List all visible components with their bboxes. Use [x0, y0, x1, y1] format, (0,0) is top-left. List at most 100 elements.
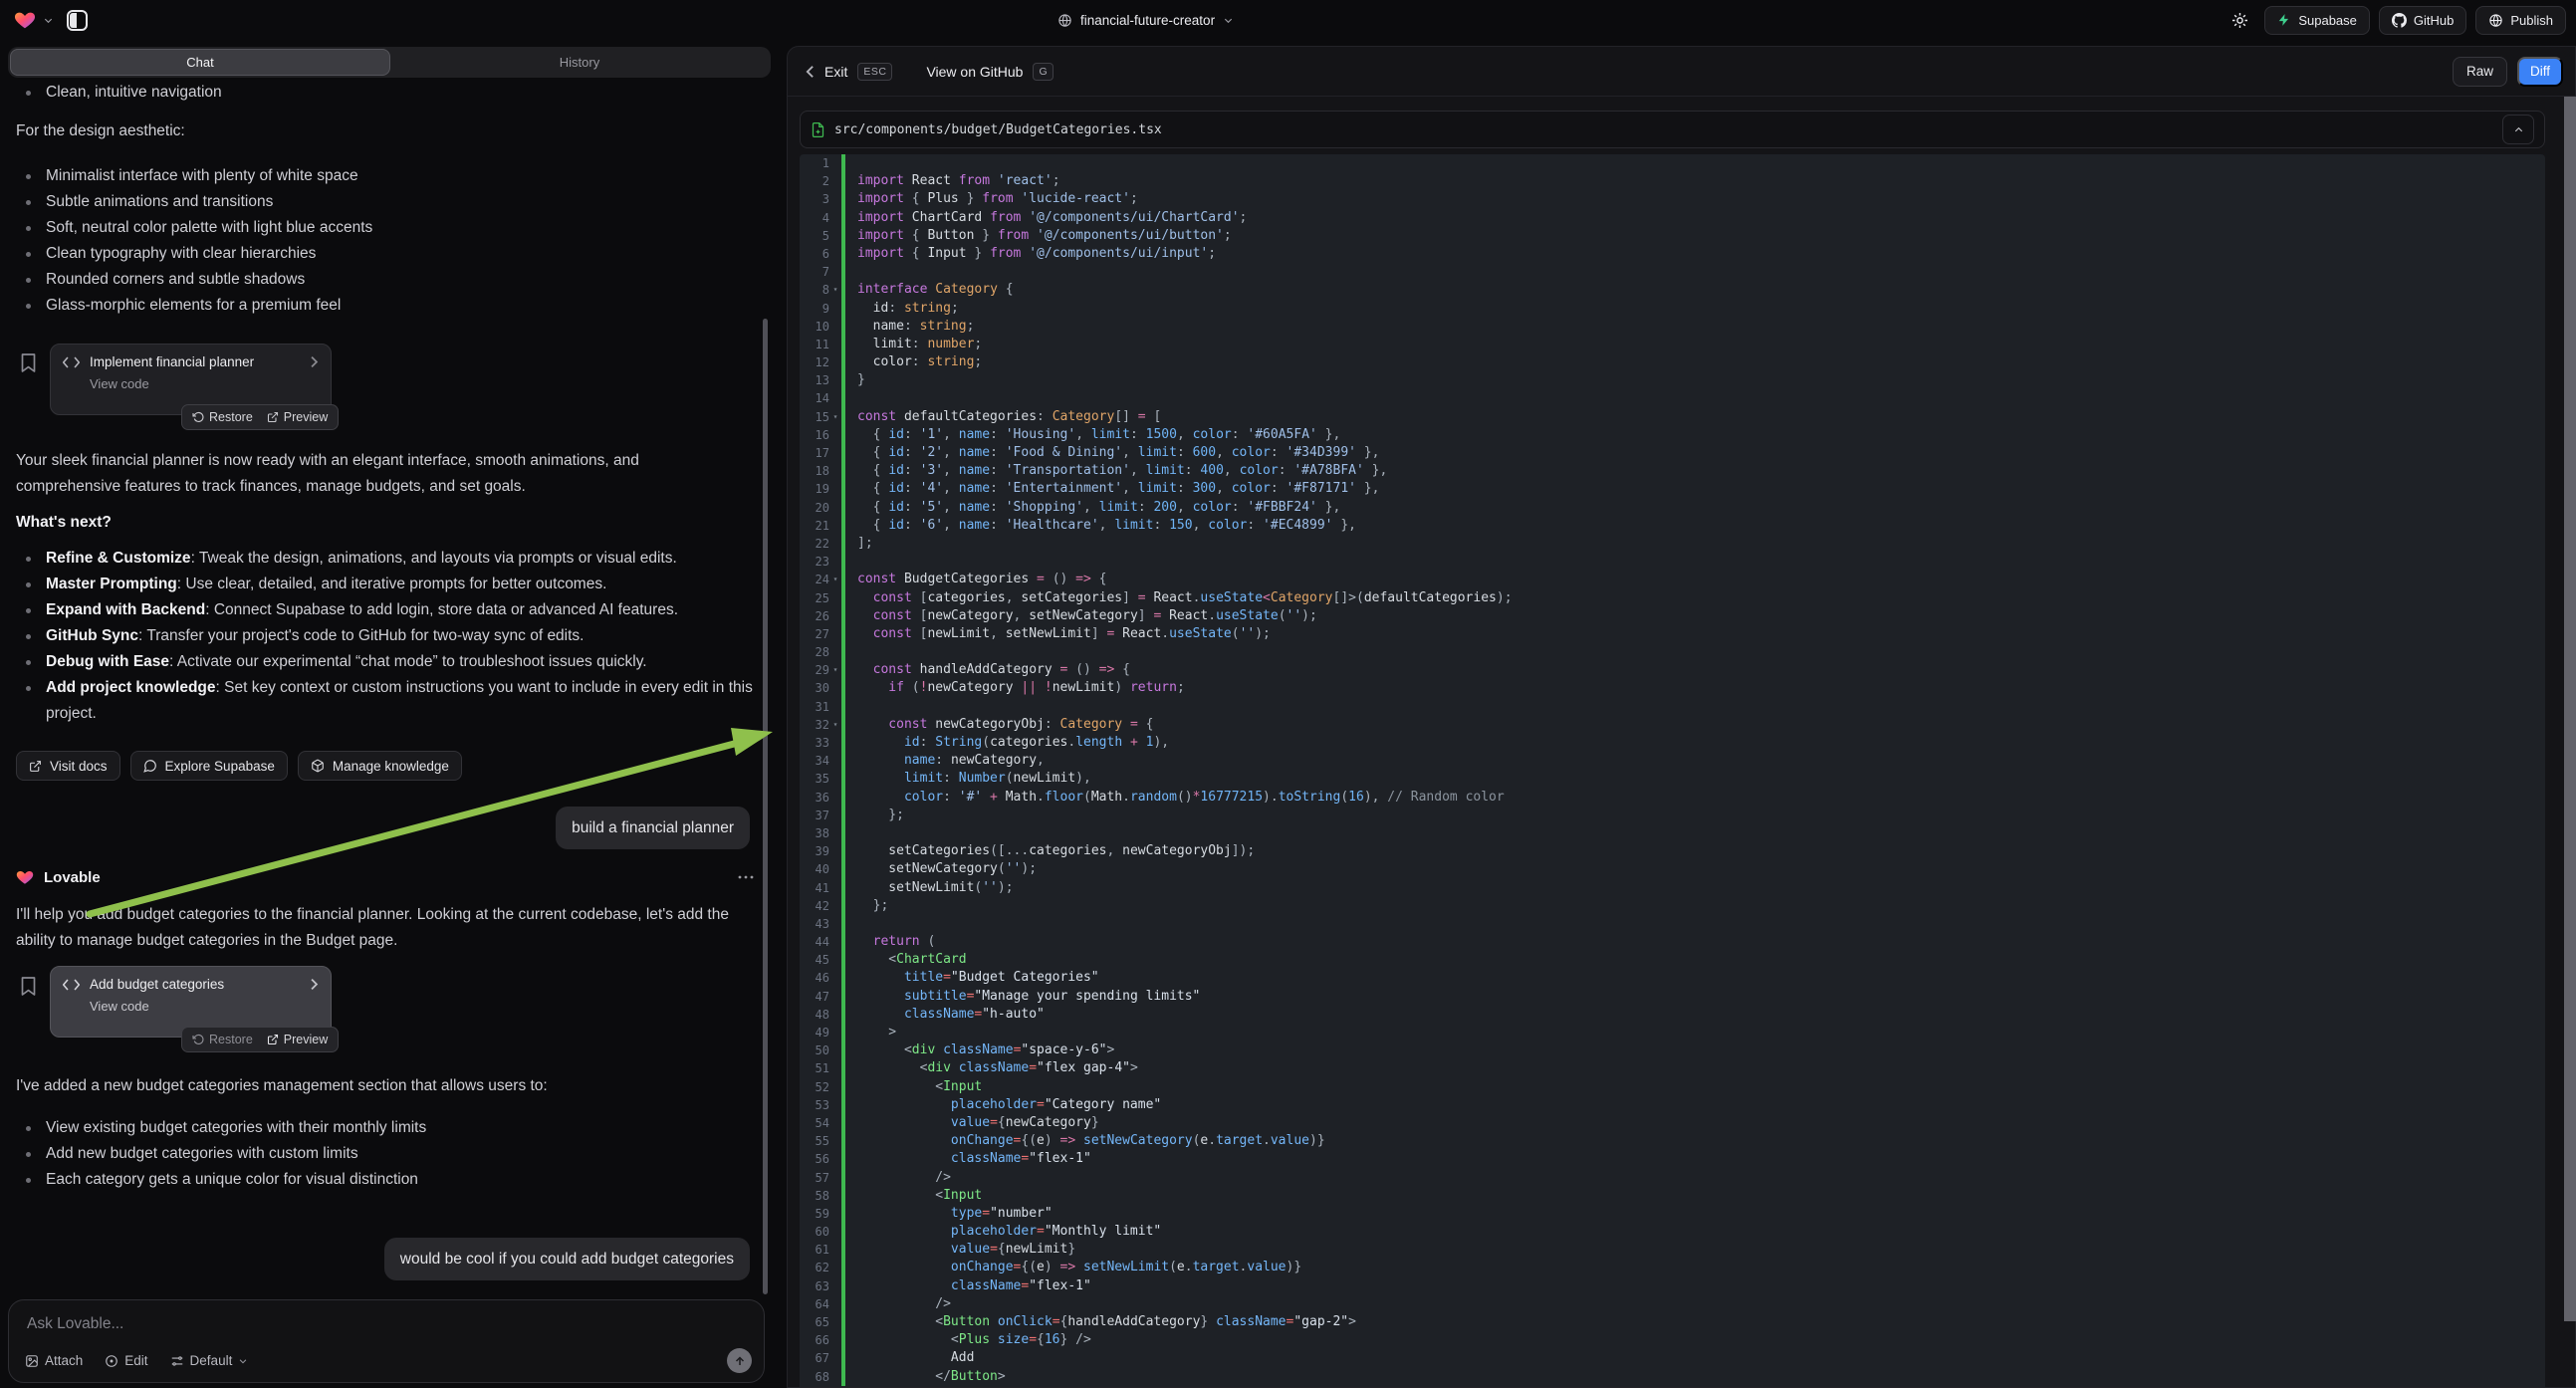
chat-input-container: Attach Edit Default — [8, 1299, 765, 1383]
fold-gutter — [829, 879, 841, 897]
mode-selector[interactable]: Default — [170, 1353, 249, 1368]
tab-chat[interactable]: Chat — [10, 49, 390, 76]
fold-gutter — [829, 480, 841, 498]
code-line: 53 placeholder="Category name" — [800, 1096, 2545, 1114]
manage-knowledge-button[interactable]: Manage knowledge — [298, 751, 462, 781]
suggestion-buttons: Visit docs Explore Supabase Manage knowl… — [16, 751, 462, 781]
window-scrollbar[interactable] — [2564, 97, 2576, 1321]
visit-docs-button[interactable]: Visit docs — [16, 751, 120, 781]
list-item: GitHub Sync: Transfer your project's cod… — [16, 623, 755, 649]
lovable-avatar-icon — [16, 868, 34, 886]
line-number: 45 — [800, 951, 829, 969]
code-line: 28 — [800, 643, 2545, 661]
preview-button[interactable]: Preview — [267, 410, 328, 424]
list-item: Minimalist interface with plenty of whit… — [16, 163, 755, 189]
send-button[interactable] — [727, 1348, 752, 1373]
raw-toggle-button[interactable]: Raw — [2453, 57, 2507, 87]
code-line: 42 }; — [800, 897, 2545, 915]
line-number: 53 — [800, 1096, 829, 1114]
fold-gutter — [829, 318, 841, 336]
more-options-icon[interactable] — [737, 874, 755, 880]
fold-gutter — [829, 517, 841, 535]
bookmark-icon[interactable] — [20, 976, 37, 997]
code-line: 24▾const BudgetCategories = () => { — [800, 571, 2545, 588]
preview-button[interactable]: Preview — [267, 1033, 328, 1046]
edit-button[interactable]: Edit — [105, 1353, 147, 1368]
supabase-button[interactable]: Supabase — [2264, 6, 2370, 35]
code-line: 48 className="h-auto" — [800, 1006, 2545, 1024]
exit-button[interactable]: Exit — [824, 64, 847, 80]
diff-toggle-button[interactable]: Diff — [2517, 57, 2563, 87]
project-switcher[interactable]: financial-future-creator — [1057, 0, 1234, 40]
settings-button[interactable] — [2224, 4, 2255, 36]
fold-gutter — [829, 172, 841, 190]
line-number: 43 — [800, 915, 829, 933]
fold-gutter — [829, 842, 841, 860]
view-code-link[interactable]: View code — [90, 999, 319, 1014]
code-line: 32▾ const newCategoryObj: Category = { — [800, 716, 2545, 734]
tab-history[interactable]: History — [390, 49, 769, 76]
collapse-file-button[interactable] — [2502, 115, 2534, 144]
explore-supabase-button[interactable]: Explore Supabase — [130, 751, 288, 781]
fold-gutter — [829, 752, 841, 770]
code-line: 59 type="number" — [800, 1205, 2545, 1223]
code-line: 2import React from 'react'; — [800, 172, 2545, 190]
version-card-title: Implement financial planner — [90, 354, 300, 369]
chevron-right-icon — [310, 355, 319, 368]
line-number: 24 — [800, 571, 829, 588]
line-number: 68 — [800, 1368, 829, 1386]
publish-button[interactable]: Publish — [2475, 6, 2566, 35]
code-line: 51 <div className="flex gap-4"> — [800, 1059, 2545, 1077]
line-number: 62 — [800, 1259, 829, 1276]
line-number: 67 — [800, 1349, 829, 1367]
restore-icon — [192, 411, 204, 423]
line-number: 5 — [800, 227, 829, 245]
line-number: 59 — [800, 1205, 829, 1223]
code-editor[interactable]: 12import React from 'react';3import { Pl… — [800, 154, 2545, 1387]
fold-gutter — [829, 698, 841, 716]
gear-icon — [2230, 11, 2249, 30]
fold-gutter — [829, 209, 841, 227]
restore-button[interactable]: Restore — [192, 410, 253, 424]
fold-gutter — [829, 426, 841, 444]
assistant-name: Lovable — [44, 869, 101, 886]
code-line: 37 }; — [800, 807, 2545, 824]
github-button[interactable]: GitHub — [2379, 6, 2466, 35]
fold-gutter — [829, 860, 841, 878]
fold-caret-icon[interactable]: ▾ — [829, 661, 841, 679]
code-line: 1 — [800, 154, 2545, 172]
list-item: Soft, neutral color palette with light b… — [16, 215, 755, 241]
line-number: 46 — [800, 969, 829, 987]
chat-scrollbar[interactable] — [763, 319, 768, 1294]
code-line: 54 value={newCategory} — [800, 1114, 2545, 1132]
code-line: 55 onChange={(e) => setNewCategory(e.tar… — [800, 1132, 2545, 1150]
assistant-paragraph: I'll help you add budget categories to t… — [16, 902, 755, 954]
project-chevron-down-icon — [1223, 15, 1234, 26]
restore-button[interactable]: Restore — [192, 1033, 253, 1046]
line-number: 37 — [800, 807, 829, 824]
line-number: 7 — [800, 263, 829, 281]
fold-gutter — [829, 933, 841, 951]
view-code-link[interactable]: View code — [90, 376, 319, 391]
fold-gutter — [829, 154, 841, 172]
view-on-github-link[interactable]: View on GitHub — [926, 64, 1023, 80]
fold-gutter — [829, 1205, 841, 1223]
code-line: 52 <Input — [800, 1078, 2545, 1096]
bullet-dot — [16, 189, 46, 215]
code-line: 64 /> — [800, 1295, 2545, 1313]
code-line: 17 { id: '2', name: 'Food & Dining', lim… — [800, 444, 2545, 462]
fold-caret-icon[interactable]: ▾ — [829, 571, 841, 588]
chat-history-tabs: Chat History — [8, 47, 771, 78]
assistant-paragraph: I've added a new budget categories manag… — [16, 1073, 755, 1099]
fold-gutter — [829, 227, 841, 245]
bookmark-icon[interactable] — [20, 352, 37, 373]
fold-caret-icon[interactable]: ▾ — [829, 281, 841, 299]
chevron-left-icon[interactable] — [806, 65, 815, 79]
file-path-bar[interactable]: src/components/budget/BudgetCategories.t… — [800, 111, 2545, 148]
attach-button[interactable]: Attach — [25, 1353, 83, 1368]
chat-input[interactable] — [25, 1314, 626, 1334]
line-number: 20 — [800, 499, 829, 517]
fold-caret-icon[interactable]: ▾ — [829, 408, 841, 426]
fold-caret-icon[interactable]: ▾ — [829, 716, 841, 734]
line-number: 47 — [800, 988, 829, 1006]
